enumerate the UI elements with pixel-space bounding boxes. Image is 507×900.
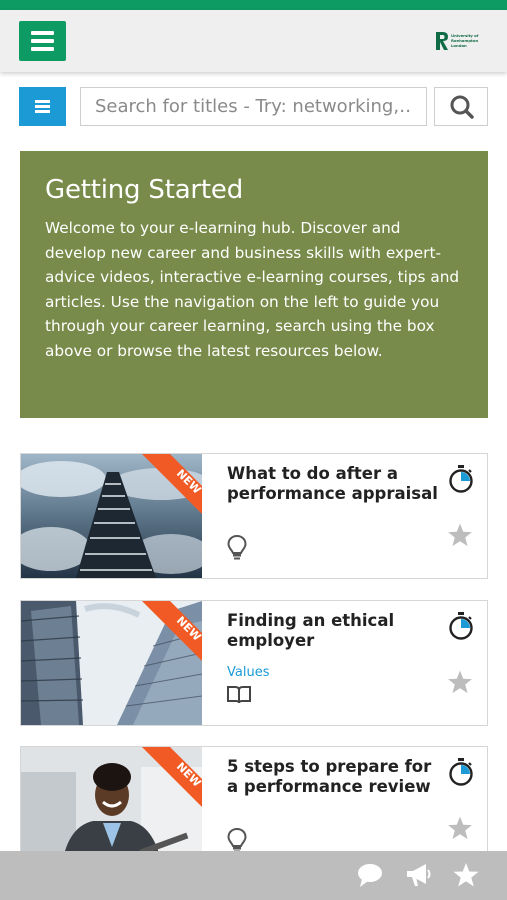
card-thumbnail: NEW	[21, 601, 202, 725]
star-icon[interactable]	[447, 815, 473, 841]
chat-icon[interactable]	[356, 861, 384, 889]
logo-text: University of Roehampton London	[451, 33, 479, 48]
card-title[interactable]: What to do after a performance appraisal	[227, 464, 439, 504]
resource-card[interactable]: NEW Finding an ethical employer Values	[20, 600, 488, 726]
new-badge: NEW	[142, 747, 202, 807]
app-header: University of Roehampton London	[0, 10, 507, 72]
stopwatch-icon	[449, 758, 473, 786]
getting-started-title: Getting Started	[45, 175, 244, 205]
search-button[interactable]	[434, 87, 488, 126]
megaphone-icon[interactable]	[404, 861, 432, 889]
hamburger-icon	[31, 31, 54, 35]
search-input[interactable]	[80, 87, 427, 126]
hamburger-icon	[35, 100, 50, 103]
getting-started-text: Welcome to your e-learning hub. Discover…	[45, 219, 460, 360]
bottom-toolbar	[0, 851, 507, 900]
university-logo[interactable]: University of Roehampton London	[435, 31, 481, 53]
lightbulb-icon	[227, 827, 247, 853]
search-bar	[0, 87, 507, 126]
main-menu-button[interactable]	[19, 21, 66, 61]
star-icon[interactable]	[447, 522, 473, 548]
card-title[interactable]: Finding an ethical employer	[227, 611, 439, 651]
lightbulb-icon	[227, 534, 247, 560]
new-badge: NEW	[142, 454, 202, 514]
search-icon	[450, 95, 474, 119]
resource-card[interactable]: NEW What to do after a performance appra…	[20, 453, 488, 579]
getting-started-panel: Getting Started Welcome to your e-learni…	[20, 151, 488, 418]
logo-r-mark	[436, 32, 448, 50]
card-tag[interactable]: Values	[227, 665, 269, 680]
favorites-star-icon[interactable]	[452, 861, 480, 889]
card-thumbnail: NEW	[21, 454, 202, 578]
stopwatch-icon	[449, 465, 473, 493]
new-badge: NEW	[142, 601, 202, 661]
category-menu-button[interactable]	[19, 87, 66, 126]
book-icon	[227, 686, 251, 704]
stopwatch-icon	[449, 612, 473, 640]
top-accent-strip	[0, 0, 507, 10]
card-title[interactable]: 5 steps to prepare for a performance rev…	[227, 757, 439, 797]
star-icon[interactable]	[447, 669, 473, 695]
